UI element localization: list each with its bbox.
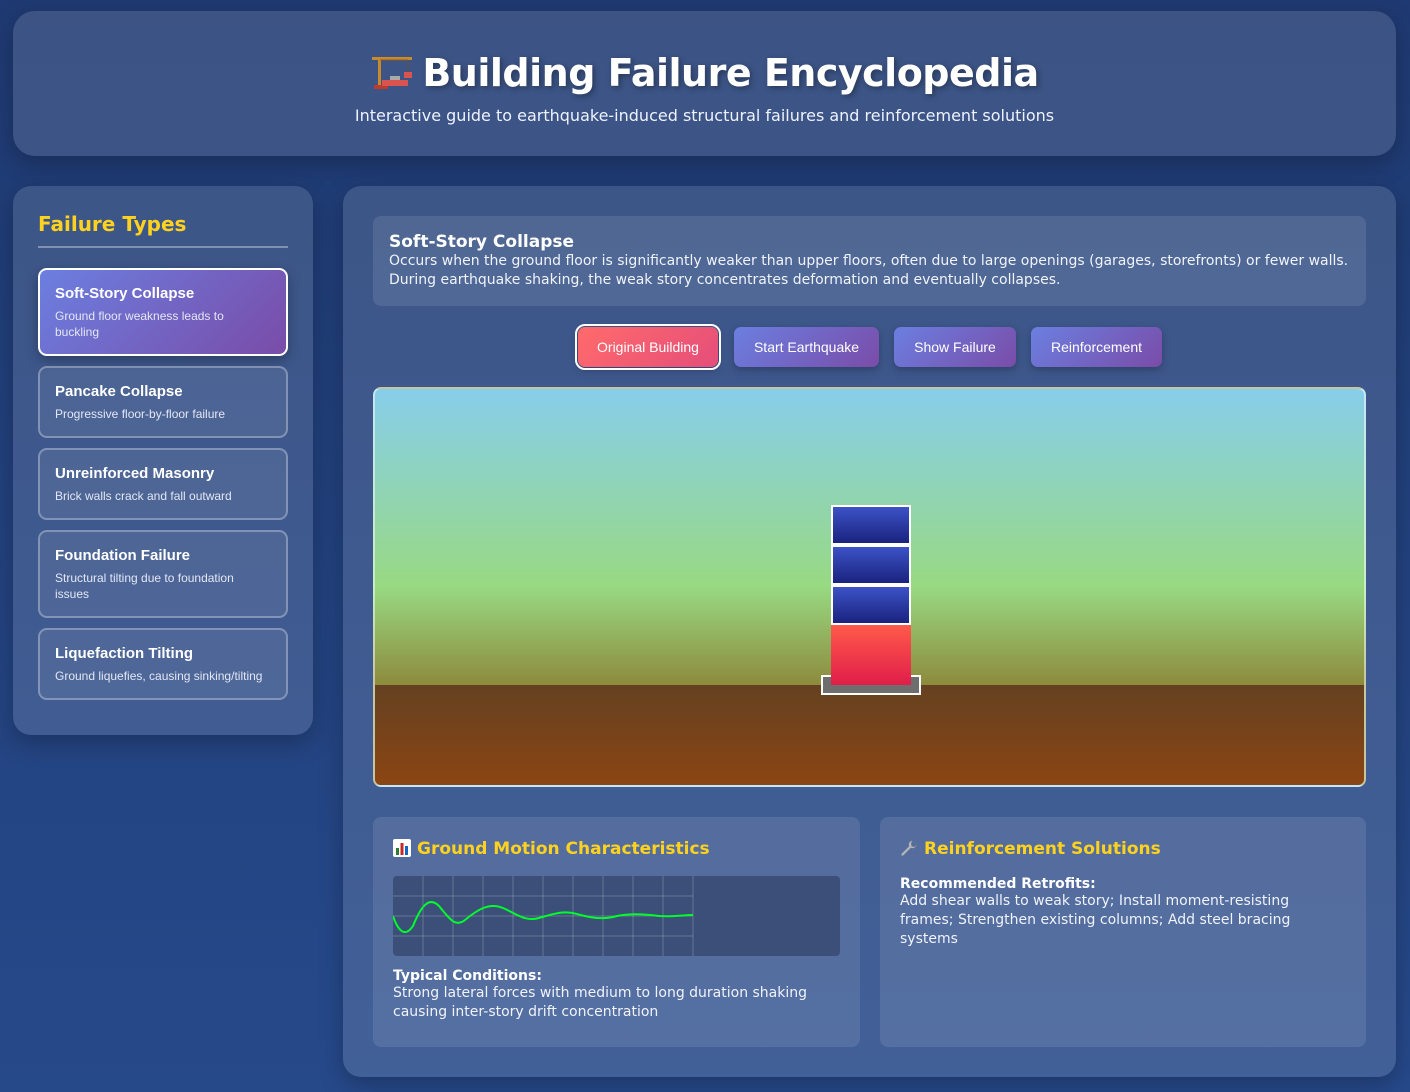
building-simulation-canvas[interactable] [373, 387, 1366, 787]
failure-type-description: Brick walls crack and fall outward [55, 489, 232, 503]
reinforcement-button[interactable]: Reinforcement [1031, 327, 1162, 367]
failure-type-description: Structural tilting due to foundation iss… [55, 571, 234, 601]
construction-crane-icon [372, 57, 413, 89]
ground [375, 685, 1364, 785]
start-earthquake-button[interactable]: Start Earthquake [734, 327, 879, 367]
failure-type-title: Soft-Story Collapse [55, 285, 195, 302]
typical-conditions-label: Typical Conditions: [393, 968, 542, 984]
original-building-button[interactable]: Original Building [575, 324, 721, 370]
ground-motion-heading: Ground Motion Characteristics [393, 839, 840, 859]
main-content: Soft-Story Collapse Occurs when the grou… [343, 186, 1396, 1077]
recommended-retrofits-text: Add shear walls to weak story; Install m… [900, 893, 1291, 947]
failure-type-liquefaction[interactable]: Liquefaction Tilting Ground liquefies, c… [38, 628, 288, 700]
reinforcement-heading-text: Reinforcement Solutions [924, 839, 1161, 859]
seismic-waveform [393, 876, 694, 956]
bar-chart-icon [393, 839, 411, 857]
typical-conditions-text: Strong lateral forces with medium to lon… [393, 985, 808, 1020]
failure-info-box: Soft-Story Collapse Occurs when the grou… [373, 216, 1366, 306]
wrench-icon [900, 840, 917, 857]
building-floor-4 [831, 505, 911, 545]
ground-motion-panel: Ground Motion Characteristics Typical Co… [373, 817, 860, 1047]
failure-type-pancake[interactable]: Pancake Collapse Progressive floor-by-fl… [38, 366, 288, 438]
show-failure-button[interactable]: Show Failure [894, 327, 1016, 367]
ground-motion-graph [393, 876, 840, 956]
reinforcement-heading: Reinforcement Solutions [900, 839, 1346, 859]
building-floor-2 [831, 585, 911, 625]
page-title-text: Building Failure Encyclopedia [422, 51, 1039, 95]
failure-type-title: Unreinforced Masonry [55, 465, 215, 482]
recommended-retrofits-label: Recommended Retrofits: [900, 876, 1096, 892]
failure-info-description: Occurs when the ground floor is signific… [389, 253, 1349, 288]
sidebar-heading: Failure Types [38, 212, 288, 248]
page-subtitle: Interactive guide to earthquake-induced … [354, 106, 1055, 125]
failure-type-description: Progressive floor-by-floor failure [55, 407, 226, 421]
failure-type-description: Ground floor weakness leads to buckling [55, 309, 224, 339]
failure-type-title: Liquefaction Tilting [55, 645, 194, 662]
failure-type-description: Ground liquefies, causing sinking/tiltin… [55, 669, 263, 683]
page-header: Building Failure Encyclopedia Interactiv… [13, 11, 1396, 156]
failure-type-soft-story[interactable]: Soft-Story Collapse Ground floor weaknes… [38, 268, 288, 356]
ground-motion-heading-text: Ground Motion Characteristics [417, 839, 710, 859]
page-title: Building Failure Encyclopedia [13, 51, 1396, 95]
failure-type-title: Foundation Failure [55, 547, 190, 564]
failure-types-sidebar: Failure Types Soft-Story Collapse Ground… [13, 186, 313, 735]
failure-type-masonry[interactable]: Unreinforced Masonry Brick walls crack a… [38, 448, 288, 520]
building-floor-3 [831, 545, 911, 585]
soft-story-ground-floor [831, 625, 911, 685]
failure-info-title: Soft-Story Collapse [389, 232, 575, 252]
reinforcement-panel: Reinforcement Solutions Recommended Retr… [880, 817, 1366, 1047]
failure-type-title: Pancake Collapse [55, 383, 183, 400]
failure-type-foundation[interactable]: Foundation Failure Structural tilting du… [38, 530, 288, 618]
